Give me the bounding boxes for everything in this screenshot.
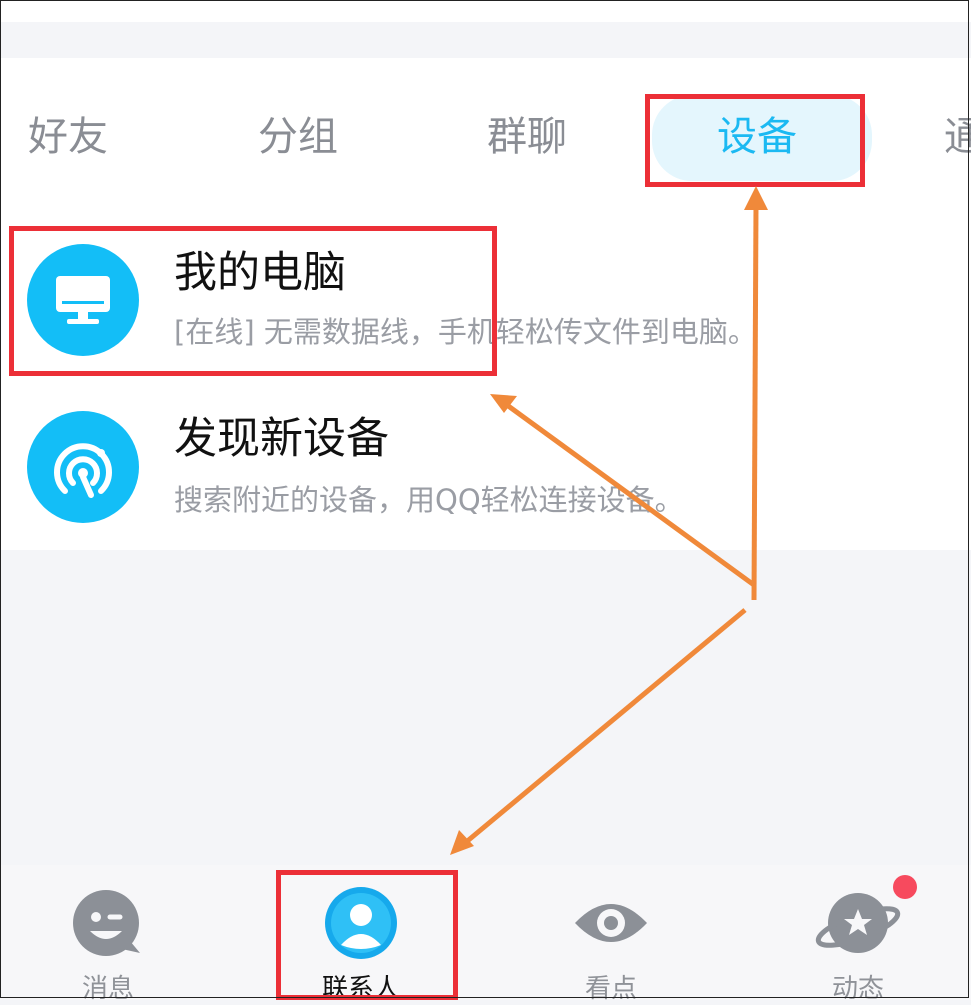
tab-more[interactable]: 通 [944,117,971,157]
device-title: 发现新设备 [174,414,389,464]
device-subtitle: [在线] 无需数据线，手机轻松传文件到电脑。 [174,315,757,349]
nav-contacts[interactable]: 联系人 [271,865,451,1004]
nav-label: 看点 [584,974,637,1004]
bottom-nav-bar: 消息 联系人 看点 动态 [0,865,971,1004]
planet-star-icon [815,885,901,965]
nav-messages[interactable]: 消息 [18,865,198,1004]
nav-discover[interactable]: 看点 [521,865,701,1004]
device-title: 我的电脑 [174,248,346,298]
tab-group-chats[interactable]: 群聊 [487,117,567,157]
message-smile-icon [70,885,146,965]
nav-label: 联系人 [321,974,400,1004]
tab-friends[interactable]: 好友 [28,117,108,157]
nav-feeds[interactable]: 动态 [768,865,948,1004]
eye-icon [571,885,651,965]
nav-label: 动态 [831,974,884,1004]
status-bar-area [0,0,971,22]
nav-label: 消息 [81,974,134,1004]
monitor-icon [27,244,139,356]
search-gap [0,22,971,58]
device-subtitle: 搜索附近的设备，用QQ轻松连接设备。 [174,483,684,517]
contacts-person-icon [323,885,399,965]
radar-icon [27,411,139,523]
arrow-to-contacts [463,608,747,845]
arrow-head-icon [450,830,474,855]
tab-groups[interactable]: 分组 [258,117,338,157]
tab-devices[interactable]: 设备 [717,117,797,157]
notification-badge [893,875,917,899]
